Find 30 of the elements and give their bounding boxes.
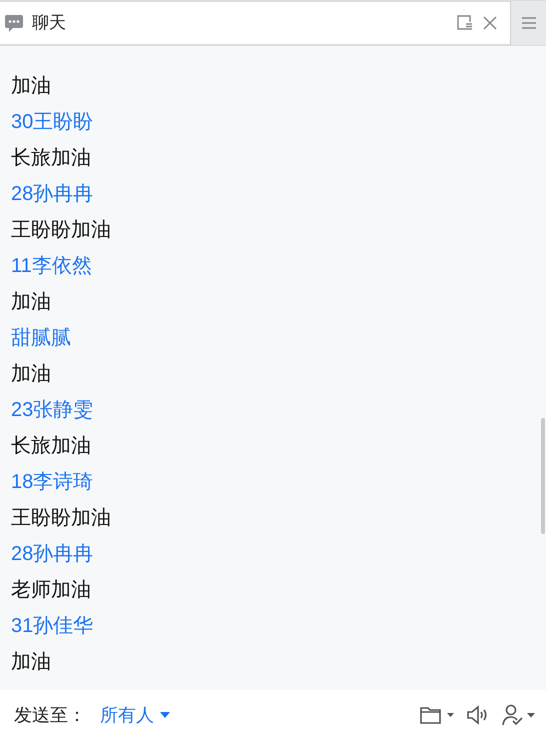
- send-to-label: 发送至：: [14, 704, 86, 726]
- sender-name[interactable]: 31孙佳华: [11, 608, 94, 644]
- close-icon[interactable]: [482, 15, 498, 31]
- popout-icon[interactable]: [456, 14, 474, 32]
- message-text: 老师加油: [11, 578, 91, 603]
- menu-icon: [522, 17, 536, 29]
- message-text: 长旅加油: [11, 434, 91, 459]
- recipient-dropdown[interactable]: 所有人: [100, 702, 170, 728]
- scrollbar-thumb[interactable]: [541, 418, 545, 534]
- message-text: 加油: [11, 74, 51, 99]
- sender-name[interactable]: 28孙冉冉: [11, 176, 94, 212]
- window-title: 聊天: [32, 12, 66, 34]
- message-text: 王盼盼加油: [11, 218, 111, 243]
- caret-icon: [160, 712, 170, 718]
- speaker-icon[interactable]: [466, 705, 488, 725]
- sender-name[interactable]: 28孙冉冉: [11, 536, 94, 572]
- folder-icon[interactable]: [420, 705, 454, 725]
- menu-button[interactable]: [510, 1, 546, 45]
- message-text: 王盼盼加油: [11, 506, 111, 531]
- sender-name[interactable]: 23张静雯: [11, 392, 94, 428]
- message-text: 加油: [11, 362, 51, 387]
- message-text: 加油: [11, 650, 51, 675]
- message-text: 加油: [11, 290, 51, 315]
- message-text: 长旅加油: [11, 146, 91, 171]
- sender-name[interactable]: 甜腻腻: [11, 320, 71, 356]
- sender-name[interactable]: 11李依然: [11, 248, 92, 284]
- user-check-icon[interactable]: [502, 704, 536, 726]
- sender-name[interactable]: 18李诗琦: [11, 464, 94, 500]
- sender-name[interactable]: 30王盼盼: [11, 104, 94, 140]
- chat-bubble-icon: [4, 13, 24, 33]
